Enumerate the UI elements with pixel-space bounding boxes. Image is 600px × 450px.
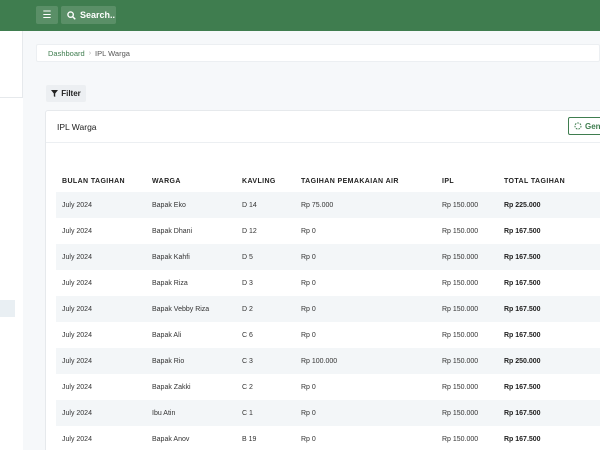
table-row: July 2024 Bapak Kahfi D 5 Rp 0 Rp 150.00… [56,244,600,270]
cell-air: Rp 0 [301,279,316,287]
top-navbar: ☰ Search.. [0,0,600,31]
cell-ipl: Rp 150.000 [442,435,479,443]
cell-kavling: C 3 [242,357,253,365]
cell-warga: Bapak Dhani [152,227,193,235]
cell-kavling: D 2 [242,305,253,313]
cell-ipl: Rp 150.000 [442,357,479,365]
card-title: IPL Warga [57,122,97,132]
cell-air: Rp 0 [301,435,316,443]
table-row: July 2024 Bapak Eko D 14 Rp 75.000 Rp 15… [56,192,600,218]
filter-button[interactable]: Filter [46,85,86,102]
table-row: July 2024 Bapak Rio C 3 Rp 100.000 Rp 15… [56,348,600,374]
cell-air: Rp 0 [301,383,316,391]
cell-bulan: July 2024 [62,253,92,261]
cell-kavling: C 6 [242,331,253,339]
cell-air: Rp 100.000 [301,357,338,365]
ipl-table: BULAN TAGIHAN WARGA KAVLING TAGIHAN PEMA… [56,170,600,450]
cell-total: Rp 167.500 [504,305,541,313]
cell-total: Rp 225.000 [504,201,541,209]
cell-bulan: July 2024 [62,331,92,339]
breadcrumb-home-link[interactable]: Dashboard [48,49,85,58]
column-header[interactable]: IPL [442,170,504,192]
cell-kavling: D 3 [242,279,253,287]
cell-warga: Bapak Ali [152,331,182,339]
cell-warga: Bapak Vebby Riza [152,305,210,313]
cell-total: Rp 167.500 [504,331,541,339]
search-icon [67,10,76,20]
search-button[interactable]: Search.. [61,6,116,24]
cell-kavling: C 1 [242,409,253,417]
cell-warga: Bapak Eko [152,201,186,209]
cell-air: Rp 0 [301,409,316,417]
cell-total: Rp 167.500 [504,279,541,287]
sidebar-active-item[interactable] [0,300,15,317]
cell-air: Rp 75.000 [301,201,334,209]
cell-kavling: C 2 [242,383,253,391]
cell-air: Rp 0 [301,331,316,339]
cell-ipl: Rp 150.000 [442,305,479,313]
cell-bulan: July 2024 [62,383,92,391]
cell-warga: Bapak Rio [152,357,185,365]
table-row: July 2024 Bapak Ali C 6 Rp 0 Rp 150.000 … [56,322,600,348]
filter-icon [51,90,59,97]
cell-bulan: July 2024 [62,409,92,417]
card-divider [46,142,600,143]
cell-total: Rp 167.500 [504,435,541,443]
ipl-warga-card: IPL Warga Gene BULAN TAGIHAN WARGA KAVLI… [45,110,600,450]
cell-ipl: Rp 150.000 [442,227,479,235]
column-header[interactable]: KAVLING [242,170,301,192]
cell-bulan: July 2024 [62,279,92,287]
table-row: July 2024 Bapak Dhani D 12 Rp 0 Rp 150.0… [56,218,600,244]
breadcrumb: Dashboard › IPL Warga [36,44,600,62]
table-row: July 2024 Ibu Atin C 1 Rp 0 Rp 150.000 R… [56,400,600,426]
menu-toggle-button[interactable]: ☰ [36,6,58,24]
table-row: July 2024 Bapak Anov B 19 Rp 0 Rp 150.00… [56,426,600,450]
column-header[interactable]: WARGA [152,170,242,192]
cell-warga: Bapak Zakki [152,383,191,391]
cell-kavling: D 12 [242,227,257,235]
cell-total: Rp 167.500 [504,227,541,235]
cell-warga: Ibu Atin [152,409,176,417]
cell-total: Rp 167.500 [504,409,541,417]
table-row: July 2024 Bapak Riza D 3 Rp 0 Rp 150.000… [56,270,600,296]
cell-warga: Bapak Kahfi [152,253,190,261]
cell-total: Rp 250.000 [504,357,541,365]
cell-bulan: July 2024 [62,435,92,443]
cell-total: Rp 167.500 [504,253,541,261]
generate-label: Gene [585,121,600,131]
column-header[interactable]: BULAN TAGIHAN [56,170,152,192]
cell-bulan: July 2024 [62,305,92,313]
cell-air: Rp 0 [301,305,316,313]
spinner-icon [574,122,582,130]
cell-air: Rp 0 [301,253,316,261]
cell-total: Rp 167.500 [504,383,541,391]
cell-ipl: Rp 150.000 [442,383,479,391]
cell-bulan: July 2024 [62,201,92,209]
table-header-row: BULAN TAGIHAN WARGA KAVLING TAGIHAN PEMA… [56,170,600,192]
column-header[interactable]: TAGIHAN PEMAKAIAN AIR [301,170,442,192]
table-row: July 2024 Bapak Vebby Riza D 2 Rp 0 Rp 1… [56,296,600,322]
cell-bulan: July 2024 [62,357,92,365]
sidebar [0,31,23,98]
generate-button[interactable]: Gene [568,117,600,135]
table-row: July 2024 Bapak Zakki C 2 Rp 0 Rp 150.00… [56,374,600,400]
cell-bulan: July 2024 [62,227,92,235]
cell-ipl: Rp 150.000 [442,409,479,417]
cell-warga: Bapak Anov [152,435,190,443]
cell-warga: Bapak Riza [152,279,188,287]
cell-air: Rp 0 [301,227,316,235]
breadcrumb-separator-icon: › [88,49,92,57]
cell-ipl: Rp 150.000 [442,201,479,209]
column-header[interactable]: TOTAL TAGIHAN [504,170,600,192]
search-label: Search.. [80,10,116,20]
cell-kavling: D 5 [242,253,253,261]
cell-ipl: Rp 150.000 [442,253,479,261]
cell-ipl: Rp 150.000 [442,331,479,339]
cell-kavling: B 19 [242,435,257,443]
breadcrumb-current: IPL Warga [95,48,130,58]
cell-ipl: Rp 150.000 [442,279,479,287]
cell-kavling: D 14 [242,201,257,209]
hamburger-icon: ☰ [42,9,52,21]
filter-label: Filter [61,89,81,98]
